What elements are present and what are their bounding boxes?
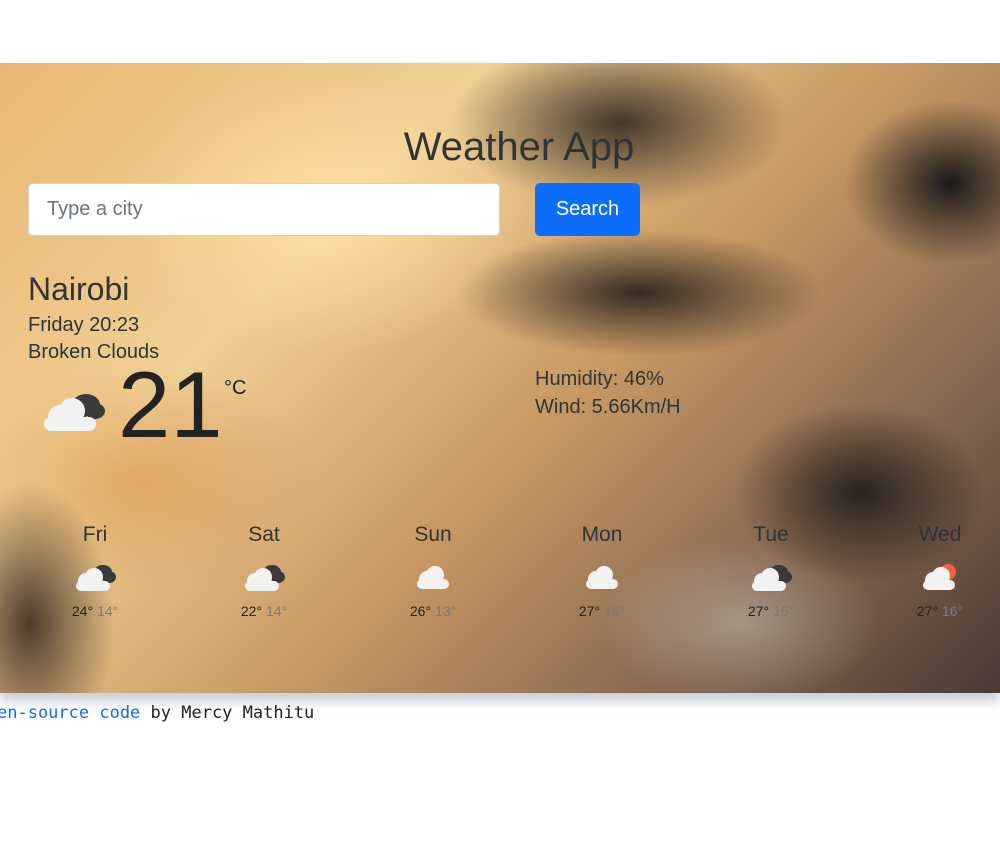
humidity: Humidity: 46% <box>535 368 664 390</box>
forecast-day-name: Wed <box>918 523 962 546</box>
search-input[interactable] <box>28 183 500 236</box>
date-time: Friday 20:23 <box>28 314 140 336</box>
forecast-day-name: Sat <box>248 523 280 546</box>
forecast-row: Fri 24° 14° Sat 22° 14° Sun 26° 13° Mon … <box>10 523 1000 643</box>
temperature-unit[interactable]: °C <box>224 377 246 400</box>
forecast-day-name: Sun <box>414 523 452 546</box>
forecast-day: Sat 22° 14° <box>179 523 349 619</box>
forecast-day-name: Fri <box>82 523 108 546</box>
broken-clouds-icon <box>76 565 116 591</box>
city-name: Nairobi <box>28 271 130 307</box>
forecast-max: 27° <box>578 603 601 619</box>
forecast-min: 13° <box>434 603 457 619</box>
forecast-day: Mon 27° 16° <box>517 523 687 619</box>
forecast-day: Sun 26° 13° <box>348 523 518 619</box>
forecast-max: 27° <box>916 603 939 619</box>
search-button[interactable]: Search <box>535 183 640 236</box>
footer: en-source code by Mercy Mathitu <box>0 703 314 723</box>
forecast-min: 16° <box>772 603 795 619</box>
source-code-link[interactable]: en-source code <box>0 703 140 723</box>
forecast-max: 26° <box>409 603 432 619</box>
wind-speed: Wind: 5.66Km/H <box>535 396 681 418</box>
forecast-day: Wed 27° 16° <box>855 523 1000 619</box>
cloud-icon <box>417 566 449 589</box>
forecast-max: 22° <box>240 603 263 619</box>
forecast-min: 16° <box>603 603 626 619</box>
few-clouds-icon <box>923 564 956 590</box>
page-title: Weather App <box>403 125 635 169</box>
forecast-day: Tue 27° 16° <box>686 523 856 619</box>
broken-clouds-icon <box>44 394 105 431</box>
cloud-icon <box>586 566 618 589</box>
weather-card: Weather App Search Nairobi Friday 20:23 … <box>0 63 1000 693</box>
forecast-min: 14° <box>96 603 119 619</box>
footer-author: by Mercy Mathitu <box>140 703 315 723</box>
forecast-max: 27° <box>747 603 770 619</box>
broken-clouds-icon <box>752 565 792 591</box>
forecast-day-name: Mon <box>581 523 623 546</box>
forecast-min: 16° <box>941 603 964 619</box>
forecast-min: 14° <box>265 603 288 619</box>
forecast-day: Fri 24° 14° <box>10 523 180 619</box>
current-temperature: 21 <box>118 352 223 457</box>
forecast-day-name: Tue <box>753 523 789 546</box>
broken-clouds-icon <box>245 565 285 591</box>
forecast-max: 24° <box>71 603 94 619</box>
